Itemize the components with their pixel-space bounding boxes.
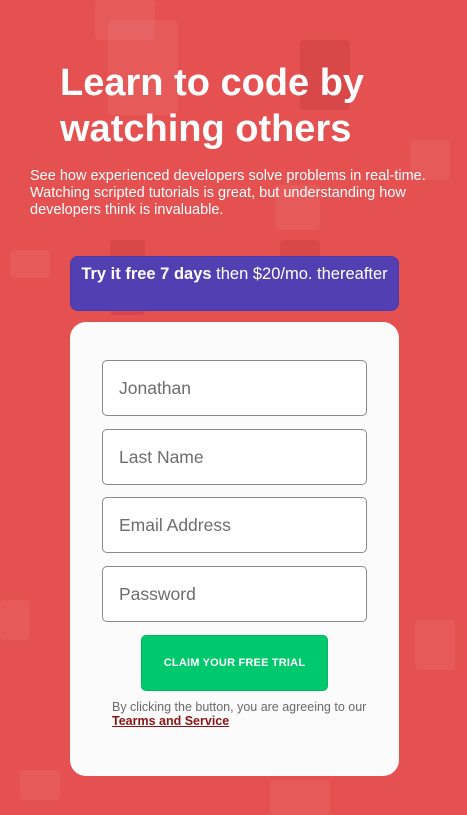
page-subtitle: See how experienced developers solve pro… xyxy=(30,168,426,218)
first-name-field[interactable] xyxy=(102,360,367,416)
disclaimer-text: By clicking the button, you are agreeing… xyxy=(112,700,367,714)
terms-link[interactable]: Tearms and Service xyxy=(112,714,229,728)
trial-offer-banner: Try it free 7 days then $20/mo. thereaft… xyxy=(70,256,399,311)
trial-offer-price: then $20/mo. thereafter xyxy=(211,265,388,283)
page-title: Learn to code by watching others xyxy=(60,62,365,150)
trial-offer-highlight: Try it free 7 days xyxy=(81,265,212,283)
password-field[interactable] xyxy=(102,566,367,622)
last-name-field[interactable] xyxy=(102,429,367,485)
signup-form: CLAIM YOUR FREE TRIAL By clicking the bu… xyxy=(70,322,399,776)
email-field[interactable] xyxy=(102,497,367,553)
claim-free-trial-button[interactable]: CLAIM YOUR FREE TRIAL xyxy=(141,635,328,691)
terms-disclaimer: By clicking the button, you are agreeing… xyxy=(112,700,372,728)
